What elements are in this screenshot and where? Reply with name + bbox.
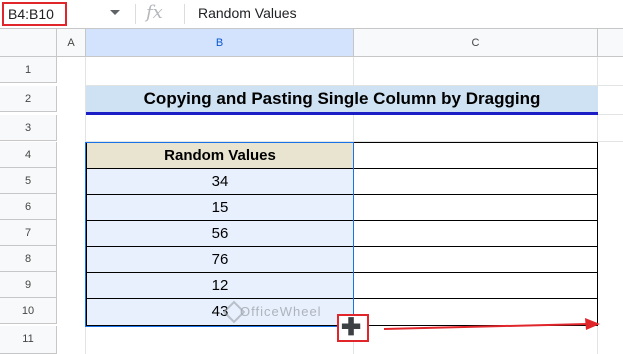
table-row-value[interactable]: 34 xyxy=(86,168,354,195)
row-header-6[interactable]: 6 xyxy=(0,194,57,220)
row-header-1[interactable]: 1 xyxy=(0,57,57,83)
table-cell-empty[interactable] xyxy=(353,272,598,299)
select-all-corner[interactable] xyxy=(0,29,57,57)
title-underline xyxy=(86,112,598,115)
cell-b1[interactable] xyxy=(86,57,354,86)
row-header-11[interactable]: 11 xyxy=(0,326,57,354)
column-header-a[interactable]: A xyxy=(57,29,86,57)
fx-icon: fx xyxy=(146,2,163,23)
table-cell-empty[interactable] xyxy=(353,298,598,326)
plus-cursor-icon: ✚ xyxy=(341,314,362,341)
table-row-value[interactable]: 76 xyxy=(86,246,354,273)
column-a-cells[interactable] xyxy=(57,57,86,354)
divider xyxy=(184,4,185,24)
cell-c3[interactable] xyxy=(354,115,598,142)
name-box-dropdown-icon[interactable] xyxy=(110,10,120,15)
divider xyxy=(135,4,136,24)
table-row-value[interactable]: 56 xyxy=(86,220,354,247)
row-header-10[interactable]: 10 xyxy=(0,298,57,324)
row-header-2[interactable]: 2 xyxy=(0,86,57,112)
row-header-4[interactable]: 4 xyxy=(0,142,57,168)
table-cell-empty[interactable] xyxy=(353,246,598,273)
row-header-9[interactable]: 9 xyxy=(0,272,57,298)
cell-c1[interactable] xyxy=(354,57,598,86)
table-cell-c4[interactable] xyxy=(353,142,598,169)
cell-c11[interactable] xyxy=(354,326,598,354)
row-header-8[interactable]: 8 xyxy=(0,246,57,272)
watermark: OfficeWheel xyxy=(240,304,322,319)
formula-bar: B4:B10 fx Random Values xyxy=(0,0,623,29)
cell-d2[interactable] xyxy=(598,86,623,115)
cell-d3[interactable] xyxy=(598,115,623,142)
column-header-d[interactable] xyxy=(598,29,623,57)
row-header-7[interactable]: 7 xyxy=(0,220,57,246)
sheet-title[interactable]: Copying and Pasting Single Column by Dra… xyxy=(86,86,598,112)
table-row-value[interactable]: 12 xyxy=(86,272,354,299)
name-box[interactable]: B4:B10 xyxy=(2,2,67,26)
column-d-cells[interactable] xyxy=(598,142,623,326)
cell-b3[interactable] xyxy=(86,115,354,142)
row-header-5[interactable]: 5 xyxy=(0,168,57,194)
column-header-c[interactable]: C xyxy=(354,29,598,57)
cell-b11[interactable] xyxy=(86,326,354,354)
formula-input[interactable]: Random Values xyxy=(198,5,297,21)
table-header-cell[interactable]: Random Values xyxy=(86,142,354,169)
table-cell-empty[interactable] xyxy=(353,220,598,247)
table-cell-empty[interactable] xyxy=(353,194,598,221)
cell-d1[interactable] xyxy=(598,57,623,86)
row-header-3[interactable]: 3 xyxy=(0,115,57,141)
table-cell-empty[interactable] xyxy=(353,168,598,195)
table-row-value[interactable]: 15 xyxy=(86,194,354,221)
column-header-b[interactable]: B xyxy=(86,29,354,57)
